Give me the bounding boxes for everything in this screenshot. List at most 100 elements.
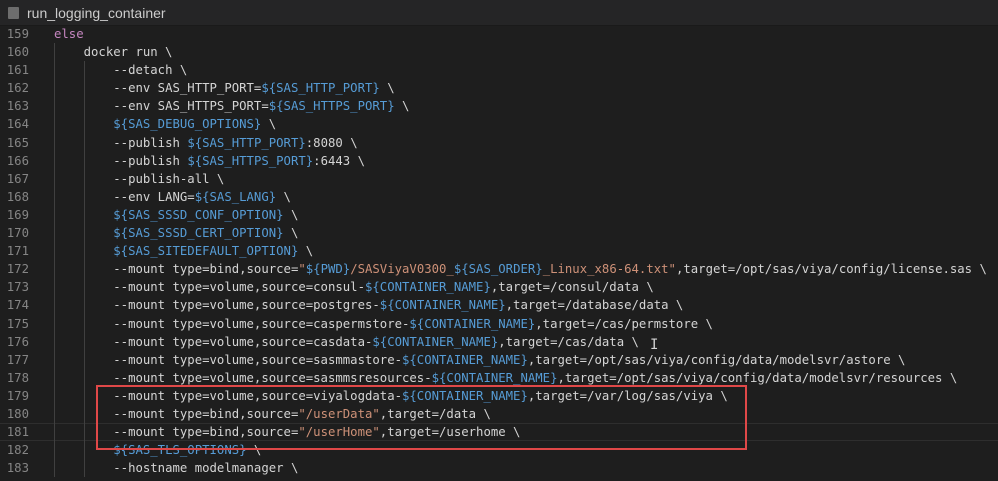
indent-guide (83, 296, 85, 315)
file-icon (8, 6, 19, 19)
code-line[interactable]: 162 --env SAS_HTTP_PORT=${SAS_HTTP_PORT} … (0, 79, 998, 98)
token: \ (261, 117, 277, 132)
code-text: --env SAS_HTTP_PORT=${SAS_HTTP_PORT} \ (113, 79, 394, 97)
token: --publish-all \ (113, 171, 225, 186)
token: ${SAS_HTTPS_PORT} (268, 99, 395, 114)
indent-guide (54, 115, 55, 134)
token: ,target=/opt/sas/viya/config/license.sas… (675, 262, 987, 277)
code-line[interactable]: 159 else (0, 25, 998, 43)
token: else (54, 27, 84, 41)
code-line[interactable]: 163 --env SAS_HTTPS_PORT=${SAS_HTTPS_PORT… (0, 97, 998, 116)
code-text: --mount type=volume,source=consul-${CONT… (113, 278, 653, 296)
indent-guide (54, 404, 55, 424)
indent-guide (83, 242, 85, 261)
code-line[interactable]: 167 --publish-all \ (0, 169, 998, 188)
indent-guide (54, 205, 55, 225)
code-line[interactable]: 177 --mount type=volume,source=sasmmastor… (0, 350, 998, 369)
token: ${SAS_SITEDEFAULT_OPTION} (113, 244, 299, 259)
code-line[interactable]: 170 ${SAS_SSSD_CERT_OPTION} \ (0, 224, 998, 243)
indent-guide (83, 97, 85, 116)
indent-guide (83, 260, 85, 279)
code-text: --hostname modelmanager \ (113, 459, 298, 477)
token: --env SAS_HTTPS_PORT= (113, 99, 269, 114)
line-number: 172 (6, 262, 29, 277)
token: \ (276, 189, 291, 204)
line-number: 183 (6, 461, 29, 476)
indent-guide (83, 441, 85, 460)
line-number: 164 (6, 117, 29, 132)
code-line[interactable]: 168 --env LANG=${SAS_LANG} \ (0, 187, 998, 206)
code-line[interactable]: 169 ${SAS_SSSD_CONF_OPTION} \ (0, 205, 998, 225)
code-line[interactable]: 173 --mount type=volume,source=consul-${C… (0, 278, 998, 297)
code-line[interactable]: 176 --mount type=volume,source=casdata-${… (0, 332, 998, 351)
code-text: --mount type=bind,source="${PWD}/SASViya… (113, 260, 987, 278)
token: --mount type=bind,source= (113, 262, 299, 277)
token: --mount type=volume,source=sasmmastore- (113, 352, 402, 367)
indent-guide (54, 296, 55, 315)
line-number: 166 (6, 153, 29, 168)
indent-guide (54, 224, 55, 243)
indent-guide (54, 350, 55, 369)
code-line[interactable]: 172 --mount type=bind,source="${PWD}/SASV… (0, 260, 998, 279)
token: --mount type=volume,source=sasmmsresourc… (113, 370, 432, 385)
indent-guide (83, 61, 85, 80)
code-text: ${SAS_SSSD_CERT_OPTION} \ (113, 224, 298, 242)
line-number: 162 (6, 81, 29, 96)
text-cursor-icon: I (650, 337, 659, 353)
token: docker run \ (83, 45, 173, 60)
token: --hostname modelmanager \ (113, 461, 299, 476)
token: ${SAS_LANG} (194, 189, 277, 204)
code-line[interactable]: 171 ${SAS_SITEDEFAULT_OPTION} \ (0, 242, 998, 261)
indent-guide (54, 459, 55, 478)
code-line[interactable]: 164 ${SAS_DEBUG_OPTIONS} \ (0, 115, 998, 134)
indent-guide (54, 133, 55, 152)
indent-guide (83, 459, 85, 478)
line-number: 160 (6, 45, 29, 60)
line-number: 180 (6, 406, 29, 421)
token: :8080 \ (305, 135, 358, 150)
code-line[interactable]: 175 --mount type=volume,source=caspermsto… (0, 314, 998, 333)
code-line[interactable]: 183 --hostname modelmanager \ (0, 459, 998, 478)
indent-guide (83, 278, 85, 297)
line-number: 177 (6, 352, 29, 367)
token: ${SAS_ORDER} (453, 262, 543, 277)
indent-guide (54, 242, 55, 261)
indent-guide (54, 314, 55, 333)
code-text: --publish ${SAS_HTTPS_PORT}:6443 \ (113, 152, 365, 170)
token: ,target=/opt/sas/viya/config/data/models… (557, 370, 958, 385)
token: ${SAS_SSSD_CONF_OPTION} (113, 207, 284, 222)
token: --publish (113, 153, 188, 168)
code-text: --mount type=volume,source=caspermstore-… (113, 315, 713, 333)
token: ,target=/cas/permstore \ (535, 316, 713, 331)
token: ${SAS_DEBUG_OPTIONS} (113, 117, 262, 132)
indent-guide (54, 441, 55, 460)
indent-guide (54, 151, 55, 170)
indent-guide (83, 187, 85, 206)
code-line[interactable]: 165 --publish ${SAS_HTTP_PORT}:8080 \ (0, 133, 998, 152)
code-line[interactable]: 160 docker run \ (0, 43, 998, 62)
indent-guide (83, 314, 85, 333)
code-text: --mount type=volume,source=sasmmastore-$… (113, 351, 905, 369)
indent-guide (83, 386, 85, 405)
code-line[interactable]: 166 --publish ${SAS_HTTPS_PORT}:6443 \ (0, 151, 998, 170)
token: --env LANG= (113, 189, 195, 204)
token: --env SAS_HTTP_PORT= (113, 81, 262, 96)
editor-tab[interactable]: run_logging_container (0, 0, 998, 26)
token: :6443 \ (313, 153, 365, 168)
token: --detach \ (113, 63, 188, 78)
token: --mount type=volume,source=consul- (113, 280, 365, 295)
indent-guide (83, 350, 85, 369)
line-number: 168 (6, 189, 29, 204)
highlight-box (96, 385, 747, 450)
code-line[interactable]: 174 --mount type=volume,source=postgres-$… (0, 296, 998, 315)
code-text: --mount type=volume,source=casdata-${CON… (113, 333, 639, 351)
token: \ (298, 244, 314, 259)
line-number: 170 (6, 226, 29, 241)
code-text: --env SAS_HTTPS_PORT=${SAS_HTTPS_PORT} \ (113, 97, 409, 115)
indent-guide (54, 423, 55, 442)
token: ${CONTAINER_NAME} (364, 280, 491, 295)
code-text: --detach \ (113, 61, 187, 79)
code-text: --publish-all \ (113, 170, 224, 188)
indent-guide (54, 61, 55, 80)
code-line[interactable]: 161 --detach \ (0, 61, 998, 80)
